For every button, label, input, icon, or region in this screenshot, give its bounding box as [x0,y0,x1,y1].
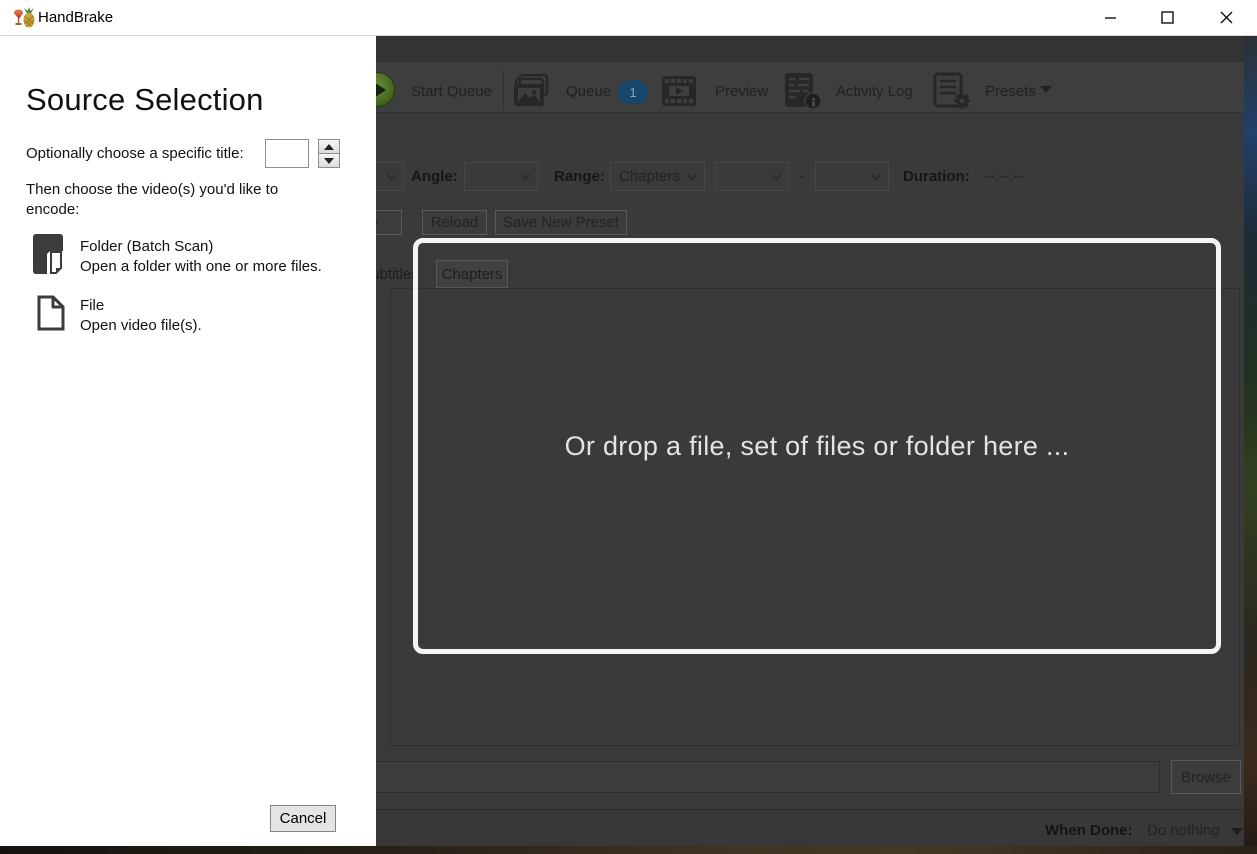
main-window-top-strip [376,36,1244,62]
destination-path-input[interactable] [360,761,1160,793]
when-done-chevron-down-icon[interactable] [1231,828,1243,835]
duration-value: --:--:-- [985,168,1023,185]
preview-icon[interactable] [662,76,696,106]
preview-button[interactable]: Preview [715,83,768,100]
presets-chevron-down-icon[interactable] [1040,86,1052,93]
queue-icon[interactable] [513,74,551,107]
chevron-down-icon [521,171,531,181]
window-title: HandBrake [38,9,113,26]
when-done-label: When Done: [1045,822,1133,839]
file-option[interactable]: File Open video file(s). [33,291,353,337]
drop-zone-message: Or drop a file, set of files or folder h… [565,431,1070,462]
angle-select[interactable] [464,162,538,191]
chevron-down-icon [688,171,698,181]
handbrake-window: Start Queue Queue 1 Preview Activity Lo [0,0,1257,854]
specific-title-label: Optionally choose a specific title: [26,145,244,162]
duration-label: Duration: [903,168,970,185]
close-button[interactable] [1203,0,1249,34]
presets-button[interactable]: Presets [985,83,1036,100]
handbrake-logo-icon [12,7,36,29]
file-icon [37,295,65,331]
up-arrow-icon [324,144,334,150]
desktop-bottom-sliver [0,846,1257,854]
toolbar-divider [503,70,504,110]
queue-count-badge: 1 [618,80,648,104]
range-end-select[interactable] [815,162,889,191]
desktop-edge-sliver [1244,36,1257,846]
angle-label: Angle: [411,168,458,185]
drop-zone[interactable]: Or drop a file, set of files or folder h… [413,238,1221,654]
source-selection-panel: Source Selection Optionally choose a spe… [0,36,376,847]
title-number-input[interactable] [265,139,309,168]
start-queue-button[interactable]: Start Queue [411,83,492,100]
down-arrow-icon [324,158,334,164]
minimize-button[interactable] [1087,0,1133,34]
save-new-preset-button[interactable]: Save New Preset [495,210,627,235]
when-done-select[interactable]: Do nothing [1147,822,1220,839]
file-option-label: File [80,297,104,314]
page-title: Source Selection [26,82,264,118]
browse-button[interactable]: Browse [1171,760,1241,794]
chevron-down-icon [387,171,397,181]
range-type-value: Chapters [619,168,680,185]
range-separator: - [799,168,804,185]
spinner-up-button[interactable] [318,139,340,154]
queue-button[interactable]: Queue [566,83,611,100]
range-start-select[interactable] [715,162,789,191]
folder-batch-scan-option[interactable]: Folder (Batch Scan) Open a folder with o… [33,232,353,278]
range-label: Range: [554,168,605,185]
activity-log-icon[interactable] [784,72,822,110]
chevron-down-icon [772,171,782,181]
reload-button[interactable]: Reload [422,210,487,235]
folder-option-label: Folder (Batch Scan) [80,238,213,255]
cancel-button[interactable]: Cancel [270,805,336,832]
folder-batch-icon [33,234,67,276]
spinner-down-button[interactable] [318,153,340,168]
presets-icon[interactable] [933,72,971,110]
titlebar: HandBrake [0,0,1257,36]
maximize-button[interactable] [1144,0,1190,34]
folder-option-description: Open a folder with one or more files. [80,258,322,275]
chevron-down-icon [872,171,882,181]
file-option-description: Open video file(s). [80,317,202,334]
range-type-select[interactable]: Chapters [610,162,705,191]
activity-log-button[interactable]: Activity Log [836,83,913,100]
encode-prompt-text: Then choose the video(s) you'd like to e… [26,180,316,221]
